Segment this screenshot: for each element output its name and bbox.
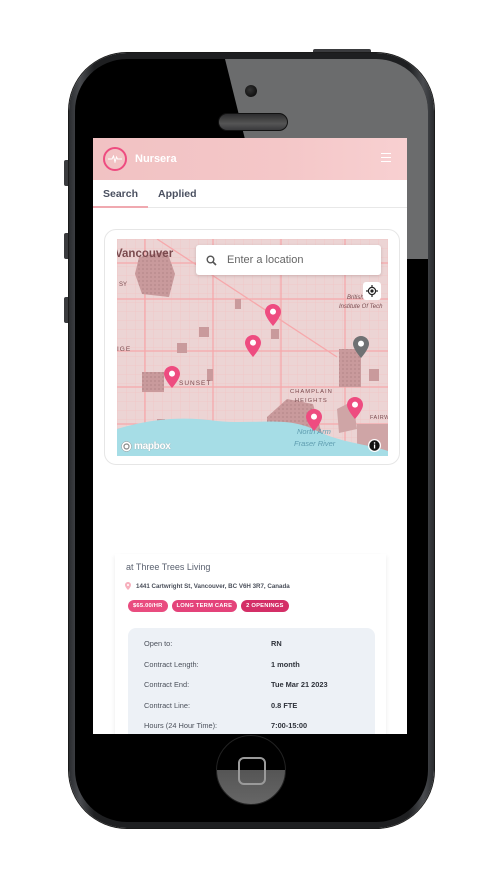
map-marker-icon bbox=[245, 335, 261, 357]
app-header: Nursera bbox=[93, 138, 407, 180]
map-marker-icon bbox=[353, 336, 369, 358]
map-pin[interactable] bbox=[347, 397, 363, 419]
crosshair-icon bbox=[366, 285, 378, 297]
map-label-champlain: CHAMPLAIN bbox=[290, 389, 333, 395]
detail-value-contract-length: 1 month bbox=[271, 660, 300, 669]
hamburger-menu-icon[interactable] bbox=[381, 153, 391, 162]
map-label-ridge: IGE bbox=[117, 346, 132, 353]
map-marker-icon bbox=[306, 409, 322, 431]
mapbox-text: mapbox bbox=[134, 441, 171, 452]
map-label-city: Vancouver bbox=[117, 248, 174, 260]
detail-label-contract-length: Contract Length: bbox=[144, 660, 199, 669]
detail-value-open-to: RN bbox=[271, 639, 282, 648]
tab-applied[interactable]: Applied bbox=[148, 180, 207, 207]
badge-care-type: LONG TERM CARE bbox=[171, 600, 238, 612]
map-view[interactable]: Vancouver SY IGE SUNSET CHAMPLAIN HEIGHT… bbox=[117, 239, 388, 456]
map-marker-icon bbox=[265, 304, 281, 326]
map-info-button[interactable] bbox=[368, 439, 381, 452]
map-pin[interactable] bbox=[245, 335, 261, 357]
map-label-bcit1: British bbox=[347, 295, 364, 301]
job-address-text: 1441 Cartwright St, Vancouver, BC V6H 3R… bbox=[136, 582, 290, 590]
map-card: Vancouver SY IGE SUNSET CHAMPLAIN HEIGHT… bbox=[104, 229, 400, 465]
map-pin-current-location[interactable] bbox=[353, 336, 369, 358]
earpiece-speaker bbox=[218, 113, 288, 131]
heartbeat-icon[interactable] bbox=[103, 147, 127, 171]
geolocate-button[interactable] bbox=[363, 282, 381, 300]
detail-value-contract-end: Tue Mar 21 2023 bbox=[271, 680, 328, 689]
location-search-input[interactable] bbox=[225, 253, 369, 267]
mapbox-logo-icon bbox=[121, 441, 132, 452]
job-address: 1441 Cartwright St, Vancouver, BC V6H 3R… bbox=[125, 582, 290, 590]
search-icon bbox=[206, 255, 217, 266]
detail-value-hours: 7:00-15:00 bbox=[271, 721, 308, 730]
home-square-icon bbox=[238, 757, 266, 785]
map-label-fraser: Fraser River bbox=[294, 439, 336, 448]
badge-rate: $65.00/HR bbox=[128, 600, 168, 612]
detail-label-contract-end: Contract End: bbox=[144, 680, 190, 689]
info-icon bbox=[369, 440, 380, 451]
badge-openings: 2 OPENINGS bbox=[241, 600, 289, 612]
map-marker-icon bbox=[347, 397, 363, 419]
detail-label-contract-line: Contract Line: bbox=[144, 701, 191, 710]
job-badges: $65.00/HR LONG TERM CARE 2 OPENINGS bbox=[128, 600, 289, 612]
job-facility: at Three Trees Living bbox=[126, 562, 211, 572]
job-card[interactable]: at Three Trees Living 1441 Cartwright St… bbox=[115, 554, 386, 734]
map-marker-icon bbox=[164, 366, 180, 388]
map-label-sy: SY bbox=[119, 282, 128, 288]
job-details-panel: Open to: RN Contract Length: 1 month Con… bbox=[128, 628, 375, 734]
detail-value-contract-line: 0.8 FTE bbox=[271, 701, 298, 710]
app-screen: Nursera Search Applied Vancouver SY IGE … bbox=[93, 138, 407, 734]
map-label-heights: HEIGHTS bbox=[295, 398, 328, 404]
map-label-sunset: SUNSET bbox=[179, 380, 212, 387]
detail-label-open-to: Open to: bbox=[144, 639, 173, 648]
location-search-box[interactable] bbox=[196, 245, 381, 275]
map-label-fairview: FAIRW bbox=[370, 415, 388, 421]
map-pin[interactable] bbox=[164, 366, 180, 388]
location-pin-icon bbox=[125, 582, 131, 590]
front-camera-icon bbox=[245, 85, 257, 97]
tab-search[interactable]: Search bbox=[93, 180, 149, 208]
brand-name: Nursera bbox=[135, 153, 177, 165]
tab-bar: Search Applied bbox=[93, 180, 407, 208]
detail-label-hours: Hours (24 Hour Time): bbox=[144, 721, 218, 730]
map-pin[interactable] bbox=[306, 409, 322, 431]
home-button[interactable] bbox=[216, 735, 286, 805]
map-label-bcit2: Institute Of Tech bbox=[339, 304, 383, 310]
map-pin[interactable] bbox=[265, 304, 281, 326]
mapbox-attribution[interactable]: mapbox bbox=[121, 441, 171, 452]
